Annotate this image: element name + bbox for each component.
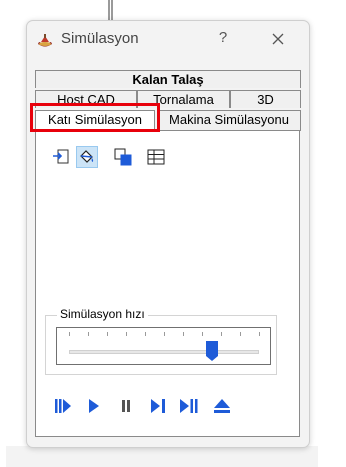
app-icon bbox=[38, 34, 52, 47]
slider-tick bbox=[145, 332, 146, 336]
simulation-panel bbox=[35, 130, 300, 437]
speed-label: Simülasyon hızı bbox=[57, 307, 148, 321]
speed-slider[interactable] bbox=[56, 327, 271, 365]
slider-tick bbox=[88, 332, 89, 336]
paint-bucket-button[interactable] bbox=[76, 146, 98, 168]
paint-bucket-icon bbox=[80, 150, 94, 163]
slider-tick bbox=[221, 332, 222, 336]
layers-icon[interactable] bbox=[112, 146, 134, 168]
tab-3d[interactable]: 3D bbox=[230, 90, 301, 108]
import-icon[interactable] bbox=[50, 146, 72, 168]
close-icon[interactable] bbox=[267, 28, 289, 50]
slider-tick bbox=[69, 332, 70, 336]
slider-tick bbox=[164, 332, 165, 336]
slider-tick bbox=[202, 332, 203, 336]
slider-tick bbox=[240, 332, 241, 336]
table-icon[interactable] bbox=[145, 146, 167, 168]
step-play-icon[interactable] bbox=[53, 397, 73, 415]
step-next-icon[interactable] bbox=[148, 397, 168, 415]
slider-tick bbox=[107, 332, 108, 336]
background-line bbox=[111, 0, 113, 22]
tab-kalan-talas[interactable]: Kalan Talaş bbox=[35, 70, 301, 88]
slider-tick bbox=[183, 332, 184, 336]
simulation-window: Simülasyon ? Kalan Talaş Host CAD Tornal… bbox=[26, 20, 310, 448]
eject-icon[interactable] bbox=[212, 397, 232, 415]
help-button[interactable]: ? bbox=[213, 29, 233, 49]
title-bar[interactable]: Simülasyon ? bbox=[27, 21, 309, 59]
background-strip bbox=[6, 446, 318, 467]
skip-to-end-icon[interactable] bbox=[179, 397, 199, 415]
background-line bbox=[108, 0, 110, 22]
slider-tick bbox=[126, 332, 127, 336]
slider-thumb[interactable] bbox=[205, 340, 219, 362]
play-icon[interactable] bbox=[84, 397, 104, 415]
tab-makina-simulasyonu[interactable]: Makina Simülasyonu bbox=[157, 110, 301, 131]
selection-highlight bbox=[30, 103, 160, 132]
window-title: Simülasyon bbox=[61, 30, 139, 47]
slider-track bbox=[69, 350, 259, 354]
pause-icon[interactable] bbox=[116, 397, 136, 415]
slider-tick bbox=[259, 332, 260, 336]
